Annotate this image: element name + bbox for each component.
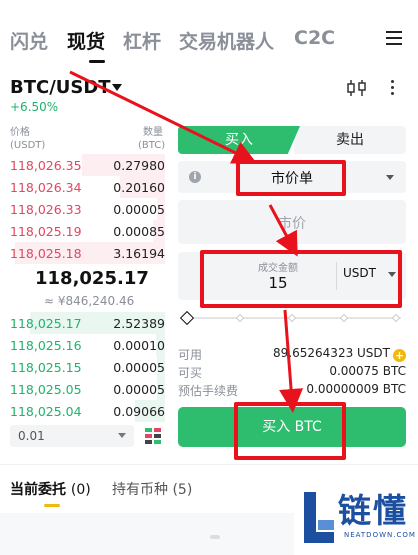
fee-label: 预估手续费: [178, 384, 239, 398]
ask-amount: 0.20160: [113, 180, 165, 195]
tab-holdings[interactable]: 持有币种 (5): [112, 479, 192, 499]
ask-row[interactable]: 118,025.19 0.00085: [0, 220, 165, 242]
add-funds-icon[interactable]: +: [393, 349, 406, 362]
order-list-area: [0, 513, 300, 555]
tab-margin[interactable]: 杠杆: [123, 27, 161, 54]
ask-price: 118,025.19: [10, 224, 82, 239]
available-row: 可用 89.65264323 USDT +: [178, 346, 406, 363]
bid-row[interactable]: 118,025.16 0.00010: [0, 334, 165, 356]
separator: [0, 464, 418, 465]
bid-price: 118,025.15: [10, 360, 82, 375]
chevron-down-icon: [118, 433, 126, 438]
available-value: 89.65264323 USDT: [273, 346, 390, 360]
tab-spot[interactable]: 现货: [67, 27, 105, 54]
ask-price: 118,025.18: [10, 246, 82, 261]
pair-symbol[interactable]: BTC/USDT: [10, 77, 111, 98]
slider-tick[interactable]: [287, 313, 297, 323]
available-value-wrap: 89.65264323 USDT +: [273, 346, 406, 362]
bid-amount: 2.52389: [113, 316, 165, 331]
ask-row[interactable]: 118,026.35 0.27980: [0, 154, 165, 176]
watermark-logo-icon: [304, 492, 334, 543]
order-book-amount-header: 数量 (BTC): [138, 127, 166, 151]
ask-row[interactable]: 118,026.33 0.00005: [0, 198, 165, 220]
bid-row[interactable]: 118,025.15 0.00005: [0, 356, 165, 378]
slider-knob[interactable]: [179, 310, 195, 326]
ask-amount: 3.16194: [113, 246, 165, 261]
ask-amount: 0.00005: [113, 202, 165, 217]
bid-price: 118,025.04: [10, 404, 82, 419]
price-change: +6.50%: [10, 100, 59, 114]
bid-price: 118,025.16: [10, 338, 82, 353]
ask-amount: 0.27980: [113, 158, 165, 173]
active-tab-indicator: [89, 60, 105, 63]
bid-amount: 0.09066: [113, 404, 165, 419]
available-label: 可用: [178, 348, 203, 362]
tab-trading-bot[interactable]: 交易机器人: [179, 27, 274, 54]
can-buy-row: 可买 0.00075 BTC: [178, 364, 406, 381]
fee-value: 0.00000009 BTC: [306, 382, 406, 396]
drag-handle[interactable]: [210, 535, 220, 539]
annotation-box-order-type: [236, 160, 346, 196]
bid-amount: 0.00010: [113, 338, 165, 353]
can-buy-value: 0.00075 BTC: [329, 364, 406, 378]
buy-sell-toggle: 卖出 买入: [178, 126, 406, 154]
active-tab-indicator: [44, 504, 60, 507]
last-price-fiat: ≈ ¥846,240.46: [44, 294, 135, 308]
can-buy-label: 可买: [178, 366, 203, 380]
slider-tick[interactable]: [235, 313, 245, 323]
tab-c2c[interactable]: C2C: [294, 27, 335, 49]
ask-amount: 0.00085: [113, 224, 165, 239]
tab-flash-swap[interactable]: 闪兑: [10, 27, 48, 54]
ask-price: 118,026.33: [10, 202, 82, 217]
slider-tick[interactable]: [391, 313, 401, 323]
chevron-down-icon: [386, 175, 394, 180]
order-book-price-header: 价格 (USDT): [10, 127, 46, 151]
candlestick-chart-icon[interactable]: [346, 79, 368, 97]
bid-amount: 0.00005: [113, 360, 165, 375]
tab-open-orders[interactable]: 当前委托 (0): [10, 479, 91, 499]
bid-row[interactable]: 118,025.04 0.09066: [0, 400, 165, 422]
watermark-text: 链懂: [338, 491, 408, 530]
top-tab-bar: 闪兑 现货 杠杆 交易机器人 C2C: [0, 0, 418, 76]
precision-value: 0.01: [18, 429, 45, 443]
pair-dropdown-icon[interactable]: [112, 84, 122, 91]
bid-amount: 0.00005: [113, 382, 165, 397]
buy-tab[interactable]: 买入: [178, 126, 300, 154]
bid-price: 118,025.17: [10, 316, 82, 331]
sell-tab[interactable]: 卖出: [294, 126, 406, 154]
ask-row[interactable]: 118,026.34 0.20160: [0, 176, 165, 198]
more-options-icon[interactable]: [391, 80, 395, 96]
bid-row[interactable]: 118,025.05 0.00005: [0, 378, 165, 400]
price-placeholder: 市价: [278, 216, 306, 232]
annotation-box-buy: [234, 402, 346, 460]
fee-row: 预估手续费 0.00000009 BTC: [178, 382, 406, 399]
price-input[interactable]: 市价: [178, 200, 406, 244]
bid-row[interactable]: 118,025.17 2.52389: [0, 312, 165, 334]
slider-tick[interactable]: [339, 313, 349, 323]
watermark-subtext: NEATDOWN.COM: [344, 531, 416, 539]
menu-icon[interactable]: [386, 31, 402, 45]
last-price: 118,025.17: [35, 268, 149, 289]
annotation-box-amount: [200, 250, 402, 308]
watermark: 链懂 NEATDOWN.COM: [294, 478, 418, 555]
bid-price: 118,025.05: [10, 382, 82, 397]
ask-price: 118,026.34: [10, 180, 82, 195]
ask-row[interactable]: 118,025.18 3.16194: [0, 242, 165, 264]
order-book-layout-icon[interactable]: [144, 427, 162, 445]
amount-slider[interactable]: [179, 310, 403, 326]
precision-select[interactable]: 0.01: [10, 425, 134, 447]
ask-price: 118,026.35: [10, 158, 82, 173]
